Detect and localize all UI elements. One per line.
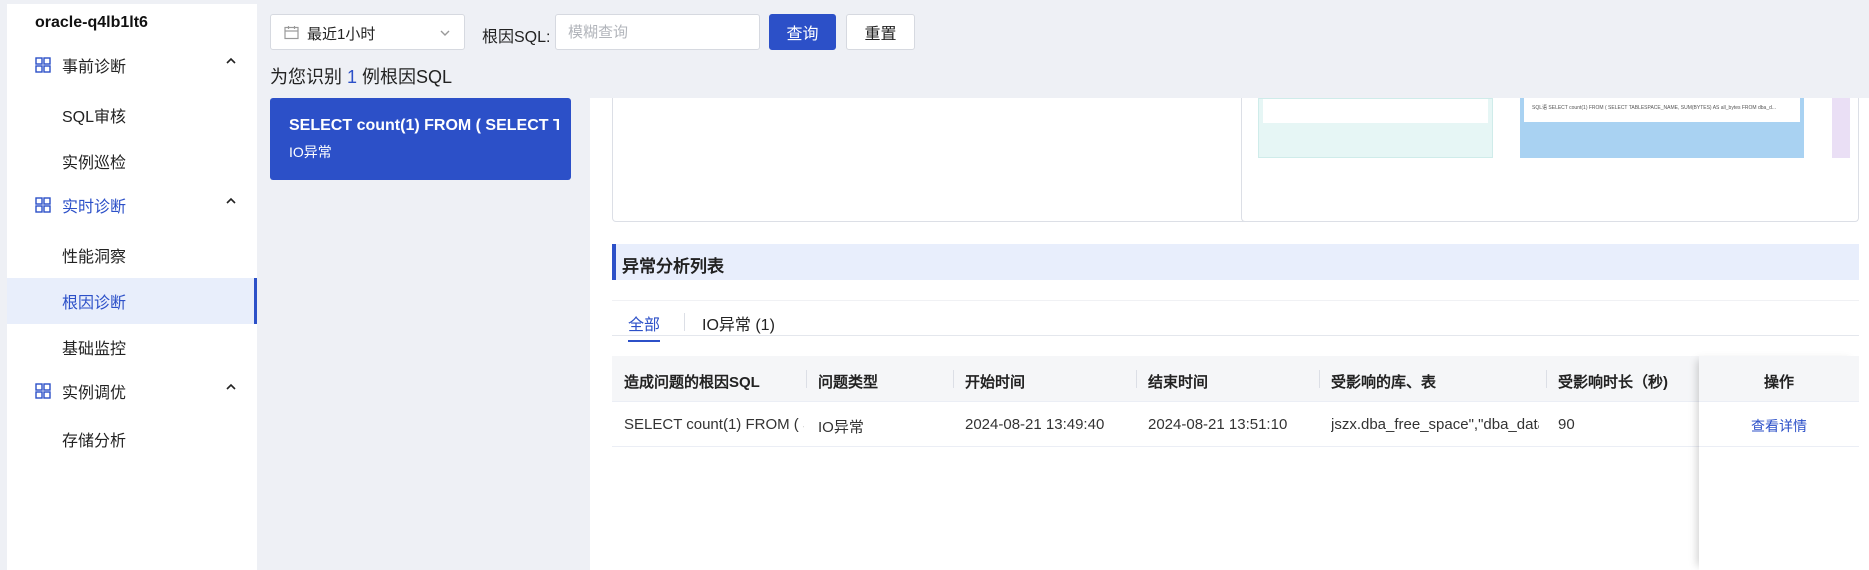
tab-all[interactable]: 全部 [628, 311, 661, 342]
cell-duration: 90 [1558, 416, 1575, 433]
sidebar-item-root-cause[interactable]: 根因诊断 [7, 278, 257, 324]
preview-thumbnail[interactable] [1258, 98, 1493, 158]
column-header: 结束时间 [1148, 374, 1209, 391]
root-cause-sql-card[interactable]: SELECT count(1) FROM ( SELECT T... IO异常 [270, 98, 571, 180]
view-details-link[interactable]: 查看详情 [1699, 416, 1859, 436]
section-title: 异常分析列表 [622, 257, 724, 276]
time-range-value: 最近1小时 [307, 26, 376, 43]
cell-start-time: 2024-08-21 13:49:40 [965, 416, 1105, 433]
grid-icon [35, 383, 51, 399]
table-header: 造成问题的根因SQL 问题类型 开始时间 结束时间 受影响的库、表 受影响时长（… [612, 356, 1859, 402]
main-content: SQL语 SELECT count(1) FROM ( SELECT TABLE… [590, 98, 1869, 570]
sql-card-type: IO异常 [289, 144, 332, 160]
sidebar-item-performance-insight[interactable]: 性能洞察 [7, 232, 257, 278]
column-divider [1319, 370, 1320, 388]
sidebar-item-label: 实例巡检 [62, 155, 127, 172]
nav-group-label: 事前诊断 [62, 59, 127, 76]
sidebar-item-label: SQL审核 [62, 109, 127, 126]
tab-io-exception[interactable]: IO异常 (1) [702, 311, 775, 335]
section-header: 异常分析列表 [612, 244, 1859, 280]
column-header: 造成问题的根因SQL [624, 374, 760, 391]
chevron-up-icon [226, 197, 236, 204]
column-header: 受影响的库、表 [1331, 374, 1437, 391]
column-divider [953, 370, 954, 388]
chart-panel-left [612, 98, 1252, 222]
sidebar-item-label: 存储分析 [62, 433, 127, 450]
cell-type: IO异常 [818, 419, 864, 436]
reset-button[interactable]: 重置 [846, 14, 915, 50]
column-header: 操作 [1763, 374, 1794, 391]
sidebar-item-label: 根因诊断 [62, 295, 127, 312]
sidebar-item-label: 基础监控 [62, 341, 127, 358]
nav-group-pre-diagnosis[interactable]: 事前诊断 [7, 39, 257, 91]
nav-group-label: 实时诊断 [62, 199, 127, 216]
instance-name: oracle-q4lb1lt6 [35, 14, 148, 31]
sql-card-title: SELECT count(1) FROM ( SELECT T... [289, 117, 559, 134]
sql-search-input[interactable] [555, 14, 760, 50]
query-button[interactable]: 查询 [769, 14, 836, 50]
cell-sql: SELECT count(1) FROM ( SELECT [624, 416, 804, 433]
column-header: 问题类型 [818, 374, 879, 391]
grid-icon [35, 197, 51, 213]
sidebar-item-basic-monitoring[interactable]: 基础监控 [7, 324, 257, 370]
sidebar: oracle-q4lb1lt6 事前诊断 SQL审核 实例巡检 实时诊断 性能洞… [7, 4, 257, 570]
nav-group-realtime-diagnosis[interactable]: 实时诊断 [7, 179, 257, 231]
tab-divider [684, 313, 685, 331]
nav-group-label: 实例调优 [62, 385, 127, 402]
summary-suffix: 例根因SQL [362, 67, 453, 87]
sidebar-item-storage-analysis[interactable]: 存储分析 [7, 416, 257, 462]
column-header: 开始时间 [965, 374, 1026, 391]
column-divider [806, 370, 807, 388]
summary-prefix: 为您识别 [270, 67, 342, 87]
column-divider [1546, 370, 1547, 388]
nav-group-instance-tuning[interactable]: 实例调优 [7, 365, 257, 417]
sql-label: 根因SQL: [482, 29, 551, 46]
preview-thumbnail[interactable] [1832, 98, 1850, 158]
sidebar-item-instance-inspection[interactable]: 实例巡检 [7, 138, 257, 184]
column-divider [1136, 370, 1137, 388]
chevron-down-icon [440, 30, 450, 36]
chevron-up-icon [226, 57, 236, 64]
preview-thumbnail[interactable]: SQL语 SELECT count(1) FROM ( SELECT TABLE… [1520, 98, 1804, 158]
table-row[interactable]: SELECT count(1) FROM ( SELECT IO异常 2024-… [612, 402, 1859, 447]
fixed-action-column: 操作 查看详情 [1699, 356, 1859, 570]
column-header: 受影响时长（秒) [1558, 374, 1668, 391]
grid-icon [35, 57, 51, 73]
sidebar-item-label: 性能洞察 [62, 249, 127, 266]
action-cell: 查看详情 [1699, 402, 1859, 447]
tab-bar: 全部 IO异常 (1) [612, 300, 1859, 342]
thumbnail-text: SQL语 SELECT count(1) FROM ( SELECT TABLE… [1532, 105, 1777, 111]
root-cause-summary: 为您识别 1 例根因SQL [270, 63, 452, 89]
action-header: 操作 [1699, 356, 1859, 402]
chart-panel-right: SQL语 SELECT count(1) FROM ( SELECT TABLE… [1241, 98, 1859, 222]
sidebar-item-sql-audit[interactable]: SQL审核 [7, 92, 257, 138]
chevron-up-icon [226, 383, 236, 390]
cell-affected-tables: jszx.dba_free_space","dba_data_fi [1331, 416, 1539, 433]
time-range-select[interactable]: 最近1小时 [270, 14, 465, 50]
calendar-icon [284, 26, 299, 40]
cell-end-time: 2024-08-21 13:51:10 [1148, 416, 1288, 433]
summary-count: 1 [347, 67, 358, 87]
